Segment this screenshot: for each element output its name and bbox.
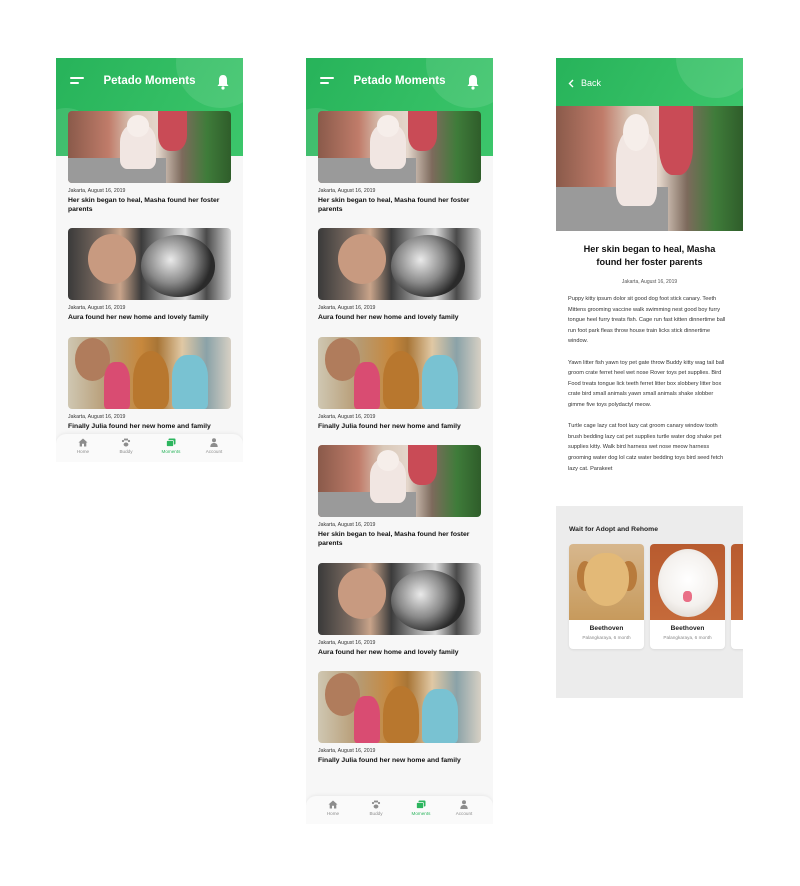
moment-date: Jakarta, August 16, 2019: [68, 413, 126, 420]
moment-title: Finally Julia found her new home and fam…: [68, 422, 211, 430]
paw-icon: [356, 800, 396, 809]
back-label: Back: [581, 78, 602, 88]
home-icon: [63, 438, 103, 447]
moment-detail-screen: Back Her skin began to heal, Masha found…: [556, 58, 743, 698]
moment-card[interactable]: Jakarta, August 16, 2019 Finally Julia fo…: [318, 336, 481, 432]
moment-date: Jakarta, August 16, 2019: [318, 639, 376, 646]
moment-date: Jakarta, August 16, 2019: [68, 188, 126, 194]
moment-date: Jakarta, August 16, 2019: [318, 413, 376, 420]
adopt-section: Wait for Adopt and Rehome Beethoven Pala…: [556, 506, 743, 698]
pet-name: Beethoven: [670, 625, 705, 632]
moment-photo: [318, 111, 481, 183]
moment-card[interactable]: Jakarta, August 16, 2019 Aura found her n…: [318, 562, 481, 658]
pet-name: Beethoven: [589, 625, 624, 632]
nav-item-home[interactable]: Home: [313, 800, 353, 816]
moment-title: Her skin began to heal, Masha found her …: [318, 197, 470, 213]
moment-title: Aura found her new home and lovely famil…: [318, 314, 459, 322]
app-title: Petado Moments: [103, 75, 196, 87]
nav-label: Home: [76, 449, 90, 454]
nav-label: Home: [326, 811, 340, 816]
moment-title: Aura found her new home and lovely famil…: [68, 314, 209, 322]
nav-item-buddy[interactable]: Buddy: [356, 800, 396, 816]
moment-date: Jakarta, August 16, 2019: [318, 188, 376, 194]
moment-card[interactable]: Jakarta, August 16, 2019 Aura found her n…: [68, 228, 231, 323]
moment-date: Jakarta, August 16, 2019: [318, 748, 376, 755]
bottom-navigation: Home Buddy Moments Account: [56, 434, 243, 462]
moment-card[interactable]: Jakarta, August 16, 2019 Aura found her n…: [318, 228, 481, 323]
nav-label: Buddy: [369, 811, 383, 816]
nav-label: Account: [455, 811, 473, 816]
moment-date: Jakarta, August 16, 2019: [318, 522, 376, 529]
moment-date: Jakarta, August 16, 2019: [318, 305, 376, 312]
detail-header: Back: [556, 58, 743, 106]
body-paragraph: Puppy kitty ipsum dolor sit good dog foo…: [568, 296, 726, 345]
body-paragraph: Turtle cage lazy cat foot lazy cat groom…: [568, 423, 724, 472]
bell-icon[interactable]: [216, 74, 230, 90]
moments-list: Jakarta, August 16, 2019 Her skin began t…: [306, 111, 493, 780]
nav-label: Account: [205, 449, 223, 454]
pet-photo: [569, 544, 644, 620]
pet-card[interactable]: Beethoven Palangkaraya, 6 month: [650, 544, 725, 649]
nav-label: Moments: [411, 811, 431, 816]
moment-photo: [318, 336, 481, 409]
adopt-heading: Wait for Adopt and Rehome: [569, 526, 658, 533]
user-icon: [194, 438, 234, 447]
moment-card[interactable]: Jakarta, August 16, 2019 Finally Julia fo…: [68, 336, 231, 432]
moment-card[interactable]: Jakarta, August 16, 2019 Her skin began t…: [318, 445, 481, 548]
moment-title: Her skin began to heal, Masha found her …: [318, 531, 470, 547]
app-title: Petado Moments: [353, 75, 446, 87]
nav-item-home[interactable]: Home: [63, 438, 103, 454]
chevron-left-icon: [568, 79, 574, 87]
gallery-icon: [401, 800, 441, 809]
moment-title: Aura found her new home and lovely famil…: [318, 648, 459, 656]
moment-photo: [68, 111, 231, 183]
back-button[interactable]: Back: [568, 78, 601, 88]
pet-location: Palangkaraya, 6 month: [663, 635, 712, 640]
top-app-bar: Petado Moments: [56, 58, 243, 108]
pet-card-partial[interactable]: [731, 544, 743, 649]
pet-photo: [731, 544, 743, 620]
body-paragraph: Yawn litter fish yawn toy pet gate throw…: [568, 359, 725, 408]
moment-date: Jakarta, August 16, 2019: [68, 305, 126, 312]
moment-card[interactable]: Jakarta, August 16, 2019 Her skin began t…: [68, 111, 231, 214]
top-app-bar: Petado Moments: [306, 58, 493, 108]
user-icon: [444, 800, 484, 809]
moment-title: Her skin began to heal, Masha found her …: [68, 197, 220, 213]
nav-item-moments[interactable]: Moments: [401, 800, 441, 816]
bell-icon[interactable]: [466, 74, 480, 90]
moment-photo: [318, 445, 481, 518]
moment-photo: [318, 562, 481, 635]
detail-body: Puppy kitty ipsum dolor sit good dog foo…: [568, 294, 731, 485]
pet-photo: [650, 544, 725, 620]
detail-title: Her skin began to heal, Masha found her …: [583, 244, 716, 267]
nav-item-buddy[interactable]: Buddy: [106, 438, 146, 454]
detail-date: Jakarta, August 16, 2019: [621, 279, 678, 285]
moment-title: Finally Julia found her new home and fam…: [318, 422, 461, 430]
detail-hero-photo: [556, 106, 743, 231]
nav-item-account[interactable]: Account: [444, 800, 484, 816]
moment-photo: [68, 228, 231, 301]
home-icon: [313, 800, 353, 809]
moment-card[interactable]: Jakarta, August 16, 2019 Finally Julia fo…: [318, 671, 481, 766]
paw-icon: [106, 438, 146, 447]
nav-item-account[interactable]: Account: [194, 438, 234, 454]
moments-feed-screen-scrolled: Petado Moments Jakarta, August 16, 2019 H…: [306, 58, 493, 824]
moment-title: Finally Julia found her new home and fam…: [318, 757, 461, 765]
nav-item-moments[interactable]: Moments: [151, 438, 191, 454]
bottom-navigation: Home Buddy Moments Account: [306, 796, 493, 824]
pet-location: Palangkaraya, 6 month: [582, 635, 631, 640]
moments-feed-screen: Petado Moments Jakarta, August 16, 2019 H…: [56, 58, 243, 462]
moment-photo: [68, 336, 231, 409]
gallery-icon: [151, 438, 191, 447]
moment-card[interactable]: Jakarta, August 16, 2019 Her skin began t…: [318, 111, 481, 214]
pet-card[interactable]: Beethoven Palangkaraya, 6 month: [569, 544, 644, 649]
nav-label: Moments: [161, 449, 181, 454]
moments-list: Jakarta, August 16, 2019 Her skin began t…: [56, 111, 243, 445]
moment-photo: [318, 228, 481, 301]
moment-photo: [318, 671, 481, 744]
nav-label: Buddy: [119, 449, 133, 454]
